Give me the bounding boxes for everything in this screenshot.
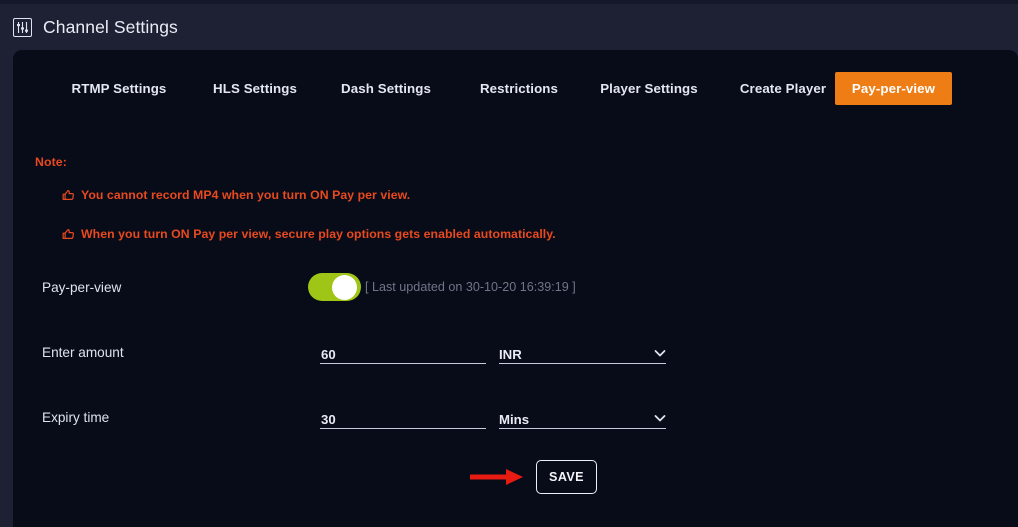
expiry-unit-select[interactable]: Mins <box>499 405 666 429</box>
tab-rtmp-settings[interactable]: RTMP Settings <box>54 72 184 105</box>
toggle-knob <box>332 274 357 300</box>
note-line-2-text: When you turn ON Pay per view, secure pl… <box>81 227 556 241</box>
chevron-down-icon <box>654 349 666 358</box>
tab-player-settings[interactable]: Player Settings <box>574 72 724 105</box>
thumbs-up-icon <box>61 188 76 203</box>
pay-per-view-toggle[interactable] <box>308 273 361 301</box>
enter-amount-row: Enter amount 60 INR <box>13 335 1018 369</box>
tab-hls-settings[interactable]: HLS Settings <box>190 72 320 105</box>
note-block: Note: You cannot record MP4 when you tur… <box>35 155 935 242</box>
last-updated-text: [ Last updated on 30-10-20 16:39:19 ] <box>365 280 576 294</box>
tab-restrictions[interactable]: Restrictions <box>454 72 584 105</box>
expiry-input[interactable]: 30 <box>320 405 486 429</box>
note-line-1: You cannot record MP4 when you turn ON P… <box>61 188 935 203</box>
amount-input-value: 60 <box>321 346 336 362</box>
enter-amount-label: Enter amount <box>42 344 124 360</box>
tab-bar: RTMP Settings HLS Settings Dash Settings… <box>13 72 1018 108</box>
amount-input[interactable]: 60 <box>320 340 486 364</box>
thumbs-up-icon <box>61 227 76 242</box>
currency-select[interactable]: INR <box>499 340 666 364</box>
expiry-input-value: 30 <box>321 411 336 427</box>
expiry-time-label: Expiry time <box>42 409 110 425</box>
app-frame: Channel Settings RTMP Settings HLS Setti… <box>0 0 1018 527</box>
expiry-time-row: Expiry time 30 Mins <box>13 400 1018 434</box>
red-arrow-annotation <box>470 467 528 492</box>
page-title: Channel Settings <box>43 16 178 37</box>
chevron-down-icon <box>654 414 666 423</box>
expiry-unit-value: Mins <box>499 411 530 427</box>
page-header: Channel Settings <box>0 4 1018 50</box>
settings-panel: RTMP Settings HLS Settings Dash Settings… <box>13 50 1018 527</box>
note-line-2: When you turn ON Pay per view, secure pl… <box>61 227 935 242</box>
save-button[interactable]: SAVE <box>536 460 597 494</box>
note-title: Note: <box>35 155 67 169</box>
pay-per-view-label: Pay-per-view <box>42 279 122 295</box>
pay-per-view-row: Pay-per-view [ Last updated on 30-10-20 … <box>13 270 1018 304</box>
tab-dash-settings[interactable]: Dash Settings <box>321 72 451 105</box>
sliders-icon <box>13 17 32 37</box>
tab-pay-per-view[interactable]: Pay-per-view <box>835 72 952 105</box>
currency-select-value: INR <box>499 346 522 362</box>
note-line-1-text: You cannot record MP4 when you turn ON P… <box>81 188 411 202</box>
tab-create-player[interactable]: Create Player <box>713 72 853 105</box>
